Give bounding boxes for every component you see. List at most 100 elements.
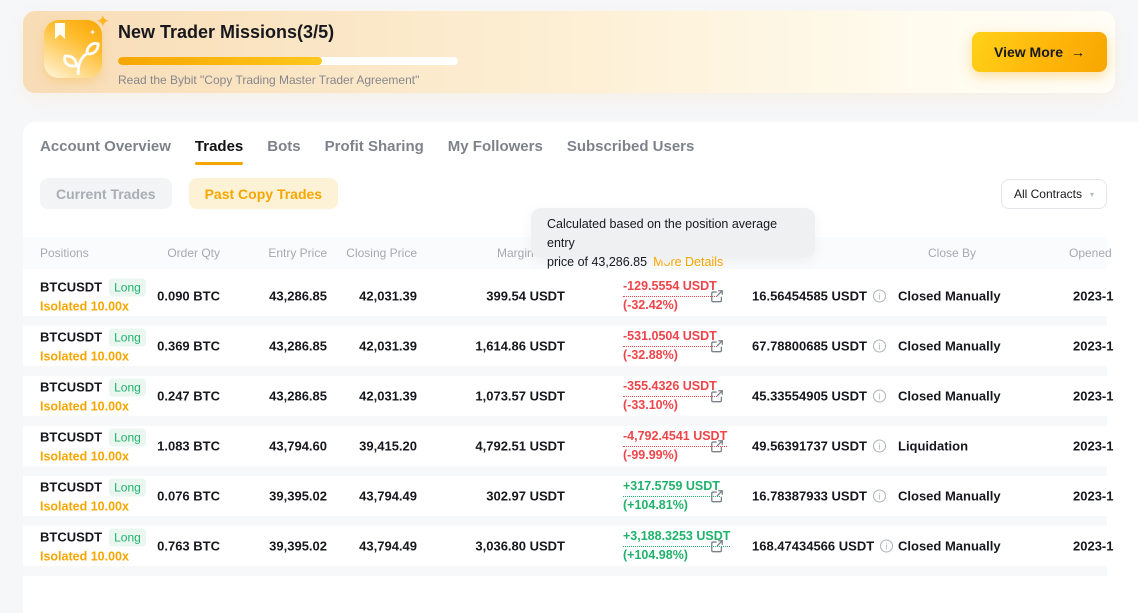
chevron-down-icon: ▾ xyxy=(1090,190,1094,199)
tooltip-line1: Calculated based on the position average… xyxy=(547,215,799,253)
column-header-order-qty: Order Qty xyxy=(123,246,220,260)
external-link-icon[interactable] xyxy=(710,489,724,503)
missions-banner: ✦ ✦ New Trader Missions(3/5) Read the By… xyxy=(23,11,1115,93)
contracts-dropdown[interactable]: All Contracts ▾ xyxy=(1001,179,1107,209)
info-icon[interactable]: i xyxy=(880,540,893,553)
view-more-button[interactable]: View More → xyxy=(972,32,1107,72)
symbol-label: BTCUSDT xyxy=(40,530,102,546)
past-copy-trades-tab[interactable]: Past Copy Trades xyxy=(189,178,339,209)
margin-cell: 1,614.86 USDT xyxy=(443,339,565,354)
margin-cell: 1,073.57 USDT xyxy=(443,389,565,404)
column-header-opened: Opened xyxy=(1069,246,1112,260)
opened-cell: 2023-1 xyxy=(1073,389,1117,404)
tab-bar: Account Overview Trades Bots Profit Sharing… xyxy=(40,138,694,173)
symbol-label: BTCUSDT xyxy=(40,380,102,396)
profit-sharing-cell: 67.78800685 USDT i xyxy=(752,339,902,354)
closing-price-cell: 42,031.39 xyxy=(317,339,417,354)
profit-sharing-cell: 16.56454585 USDT i xyxy=(752,289,902,304)
column-header-close-by: Close By xyxy=(928,246,976,260)
closed-pnl-value[interactable]: -355.4326 USDT xyxy=(623,378,717,397)
closing-price-cell: 43,794.49 xyxy=(317,539,417,554)
closing-price-cell: 42,031.39 xyxy=(317,289,417,304)
entry-price-cell: 39,395.02 xyxy=(245,539,327,554)
entry-price-cell: 43,286.85 xyxy=(245,389,327,404)
table-row: BTCUSDT Long Isolated 10.00x 0.763 BTC 3… xyxy=(23,526,1107,576)
tab-bots[interactable]: Bots xyxy=(267,138,300,173)
external-link-icon[interactable] xyxy=(710,289,724,303)
order-qty-cell: 0.076 BTC xyxy=(123,489,220,504)
profit-sharing-cell: 16.78387933 USDT i xyxy=(752,489,902,504)
order-qty-cell: 0.369 BTC xyxy=(123,339,220,354)
closing-price-cell: 39,415.20 xyxy=(317,439,417,454)
tab-my-followers[interactable]: My Followers xyxy=(448,138,543,173)
closing-price-cell: 43,794.49 xyxy=(317,489,417,504)
info-icon[interactable]: i xyxy=(873,490,886,503)
table-body: BTCUSDT Long Isolated 10.00x 0.090 BTC 4… xyxy=(23,276,1107,576)
close-by-cell: Liquidation xyxy=(898,439,1058,454)
sprout-leaf-icon xyxy=(58,38,100,76)
symbol-label: BTCUSDT xyxy=(40,330,102,346)
table-row: BTCUSDT Long Isolated 10.00x 0.076 BTC 3… xyxy=(23,476,1107,526)
margin-cell: 302.97 USDT xyxy=(443,489,565,504)
current-trades-tab[interactable]: Current Trades xyxy=(40,178,172,209)
missions-book-icon: ✦ ✦ xyxy=(44,20,102,78)
entry-price-cell: 43,286.85 xyxy=(245,339,327,354)
opened-cell: 2023-1 xyxy=(1073,539,1117,554)
margin-cell: 4,792.51 USDT xyxy=(443,439,565,454)
external-link-icon[interactable] xyxy=(710,389,724,403)
tab-account-overview[interactable]: Account Overview xyxy=(40,138,171,173)
closing-price-cell: 42,031.39 xyxy=(317,389,417,404)
page: ✦ ✦ New Trader Missions(3/5) Read the By… xyxy=(0,0,1138,613)
order-qty-cell: 0.763 BTC xyxy=(123,539,220,554)
missions-progress-bar xyxy=(118,57,458,65)
close-by-cell: Closed Manually xyxy=(898,489,1058,504)
info-icon[interactable]: i xyxy=(873,290,886,303)
missions-progress-fill xyxy=(118,57,322,65)
table-row: BTCUSDT Long Isolated 10.00x 0.247 BTC 4… xyxy=(23,376,1107,426)
profit-sharing-value: 16.78387933 USDT xyxy=(752,489,867,504)
close-by-cell: Closed Manually xyxy=(898,289,1058,304)
margin-cell: 3,036.80 USDT xyxy=(443,539,565,554)
profit-sharing-value: 67.78800685 USDT xyxy=(752,339,867,354)
margin-cell: 399.54 USDT xyxy=(443,289,565,304)
info-icon[interactable]: i xyxy=(873,340,886,353)
profit-sharing-value: 16.56454585 USDT xyxy=(752,289,867,304)
column-header-closing-price: Closing Price xyxy=(317,246,417,260)
entry-price-cell: 43,286.85 xyxy=(245,289,327,304)
profit-sharing-value: 45.33554905 USDT xyxy=(752,389,867,404)
profit-sharing-cell: 49.56391737 USDT i xyxy=(752,439,902,454)
info-icon[interactable]: i xyxy=(873,440,886,453)
opened-cell: 2023-1 xyxy=(1073,339,1117,354)
closed-pnl-value[interactable]: +317.5759 USDT xyxy=(623,478,720,497)
profit-sharing-value: 49.56391737 USDT xyxy=(752,439,867,454)
contracts-dropdown-label: All Contracts xyxy=(1014,187,1082,201)
external-link-icon[interactable] xyxy=(710,539,724,553)
closed-pnl-value[interactable]: -129.5554 USDT xyxy=(623,278,717,297)
entry-price-cell: 43,794.60 xyxy=(245,439,327,454)
entry-price-cell: 39,395.02 xyxy=(245,489,327,504)
bookmark-icon xyxy=(55,23,65,39)
symbol-label: BTCUSDT xyxy=(40,480,102,496)
arrow-right-icon: → xyxy=(1071,44,1085,60)
opened-cell: 2023-1 xyxy=(1073,439,1117,454)
order-qty-cell: 1.083 BTC xyxy=(123,439,220,454)
order-qty-cell: 0.247 BTC xyxy=(123,389,220,404)
tab-profit-sharing[interactable]: Profit Sharing xyxy=(325,138,424,173)
column-header-entry-price: Entry Price xyxy=(245,246,327,260)
table-row: BTCUSDT Long Isolated 10.00x 1.083 BTC 4… xyxy=(23,426,1107,476)
external-link-icon[interactable] xyxy=(710,339,724,353)
trade-filter-row: Current Trades Past Copy Trades xyxy=(40,178,338,209)
order-qty-cell: 0.090 BTC xyxy=(123,289,220,304)
opened-cell: 2023-1 xyxy=(1073,489,1117,504)
opened-cell: 2023-1 xyxy=(1073,289,1117,304)
trading-panel: Account Overview Trades Bots Profit Sharing… xyxy=(23,122,1138,613)
profit-sharing-cell: 168.47434566 USDT i xyxy=(752,539,902,554)
external-link-icon[interactable] xyxy=(710,439,724,453)
tab-subscribed-users[interactable]: Subscribed Users xyxy=(567,138,695,173)
symbol-label: BTCUSDT xyxy=(40,280,102,296)
tab-trades[interactable]: Trades xyxy=(195,138,243,173)
closed-pnl-value[interactable]: -531.0504 USDT xyxy=(623,328,717,347)
profit-sharing-cell: 45.33554905 USDT i xyxy=(752,389,902,404)
close-by-cell: Closed Manually xyxy=(898,389,1058,404)
info-icon[interactable]: i xyxy=(873,390,886,403)
